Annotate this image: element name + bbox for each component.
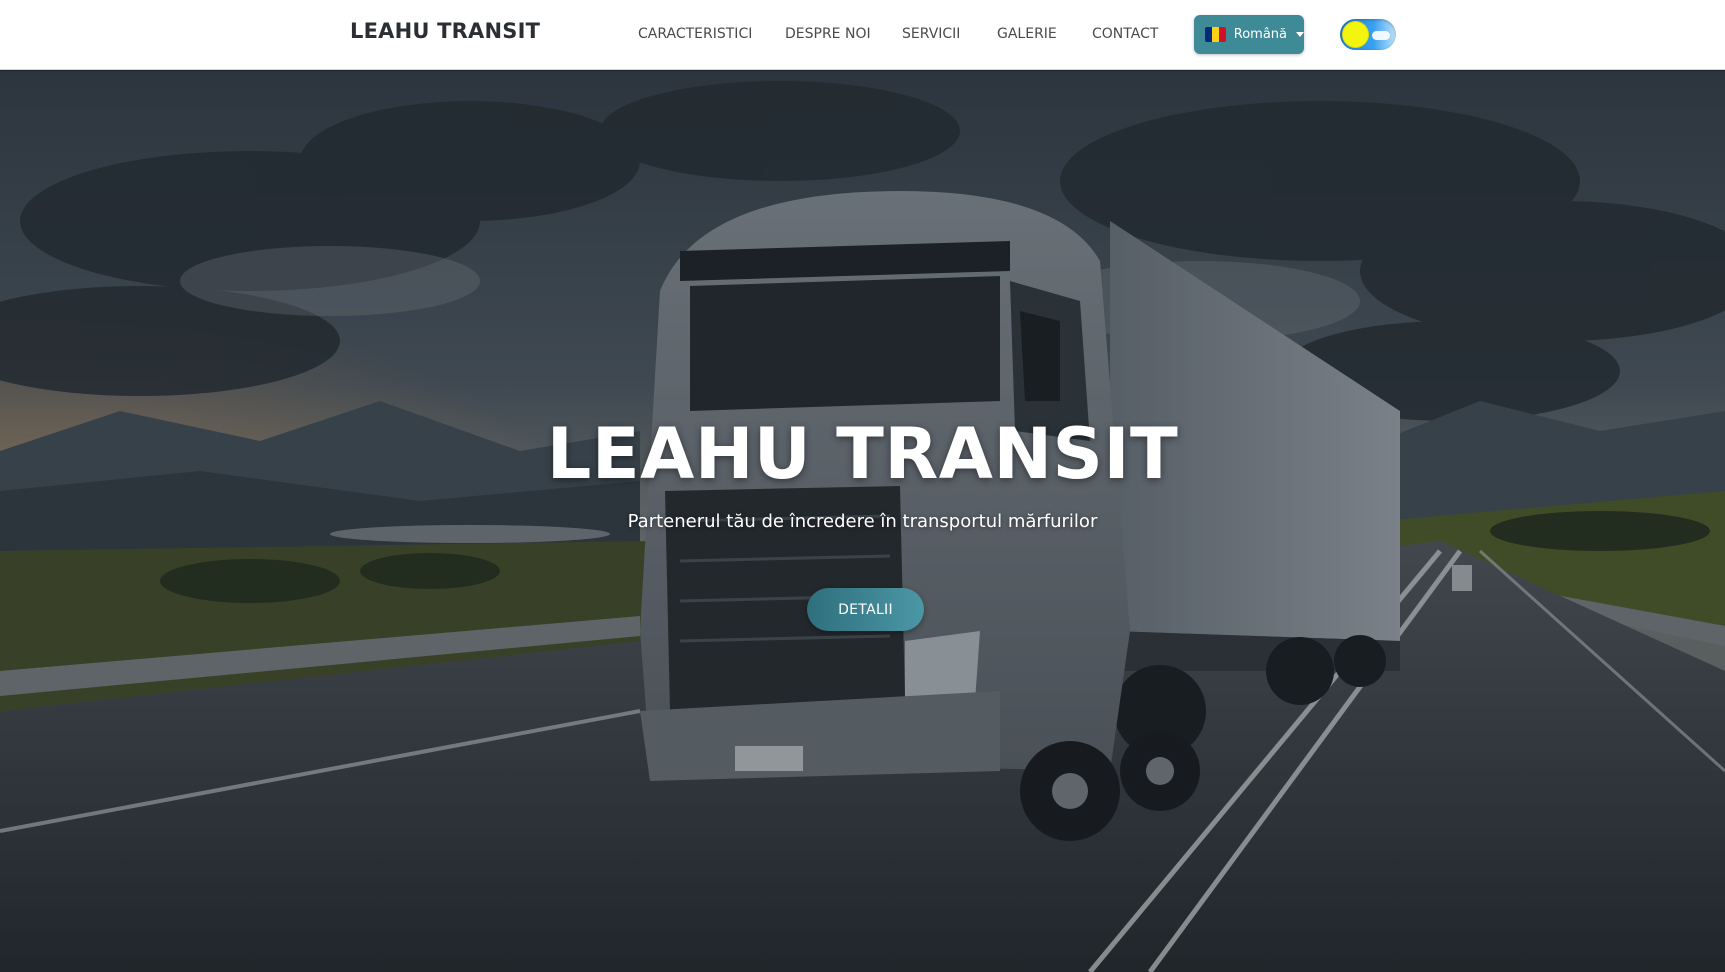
language-dropdown[interactable]: Română	[1194, 15, 1304, 54]
nav-link-contact[interactable]: CONTACT	[1092, 26, 1158, 42]
nav-link-caracteristici[interactable]: CARACTERISTICI	[638, 26, 752, 42]
nav-link-servicii[interactable]: SERVICII	[902, 26, 960, 42]
romania-flag-icon	[1205, 27, 1226, 42]
chevron-down-icon	[1296, 32, 1304, 37]
hero-section: LEAHU TRANSIT Partenerul tău de încreder…	[0, 71, 1725, 972]
top-navbar: LEAHU TRANSIT CARACTERISTICI DESPRE NOI …	[0, 0, 1725, 70]
main-nav: CARACTERISTICI DESPRE NOI SERVICII GALER…	[0, 0, 1725, 70]
cloud-icon	[1372, 31, 1390, 40]
language-label: Română	[1233, 27, 1287, 42]
hero-title: LEAHU TRANSIT	[546, 413, 1179, 495]
nav-link-galerie[interactable]: GALERIE	[997, 26, 1057, 42]
nav-link-despre-noi[interactable]: DESPRE NOI	[785, 26, 871, 42]
sun-icon	[1343, 22, 1368, 47]
hero-subtitle: Partenerul tău de încredere în transport…	[627, 511, 1098, 532]
details-button[interactable]: DETALII	[807, 588, 924, 631]
theme-toggle[interactable]	[1340, 19, 1396, 50]
